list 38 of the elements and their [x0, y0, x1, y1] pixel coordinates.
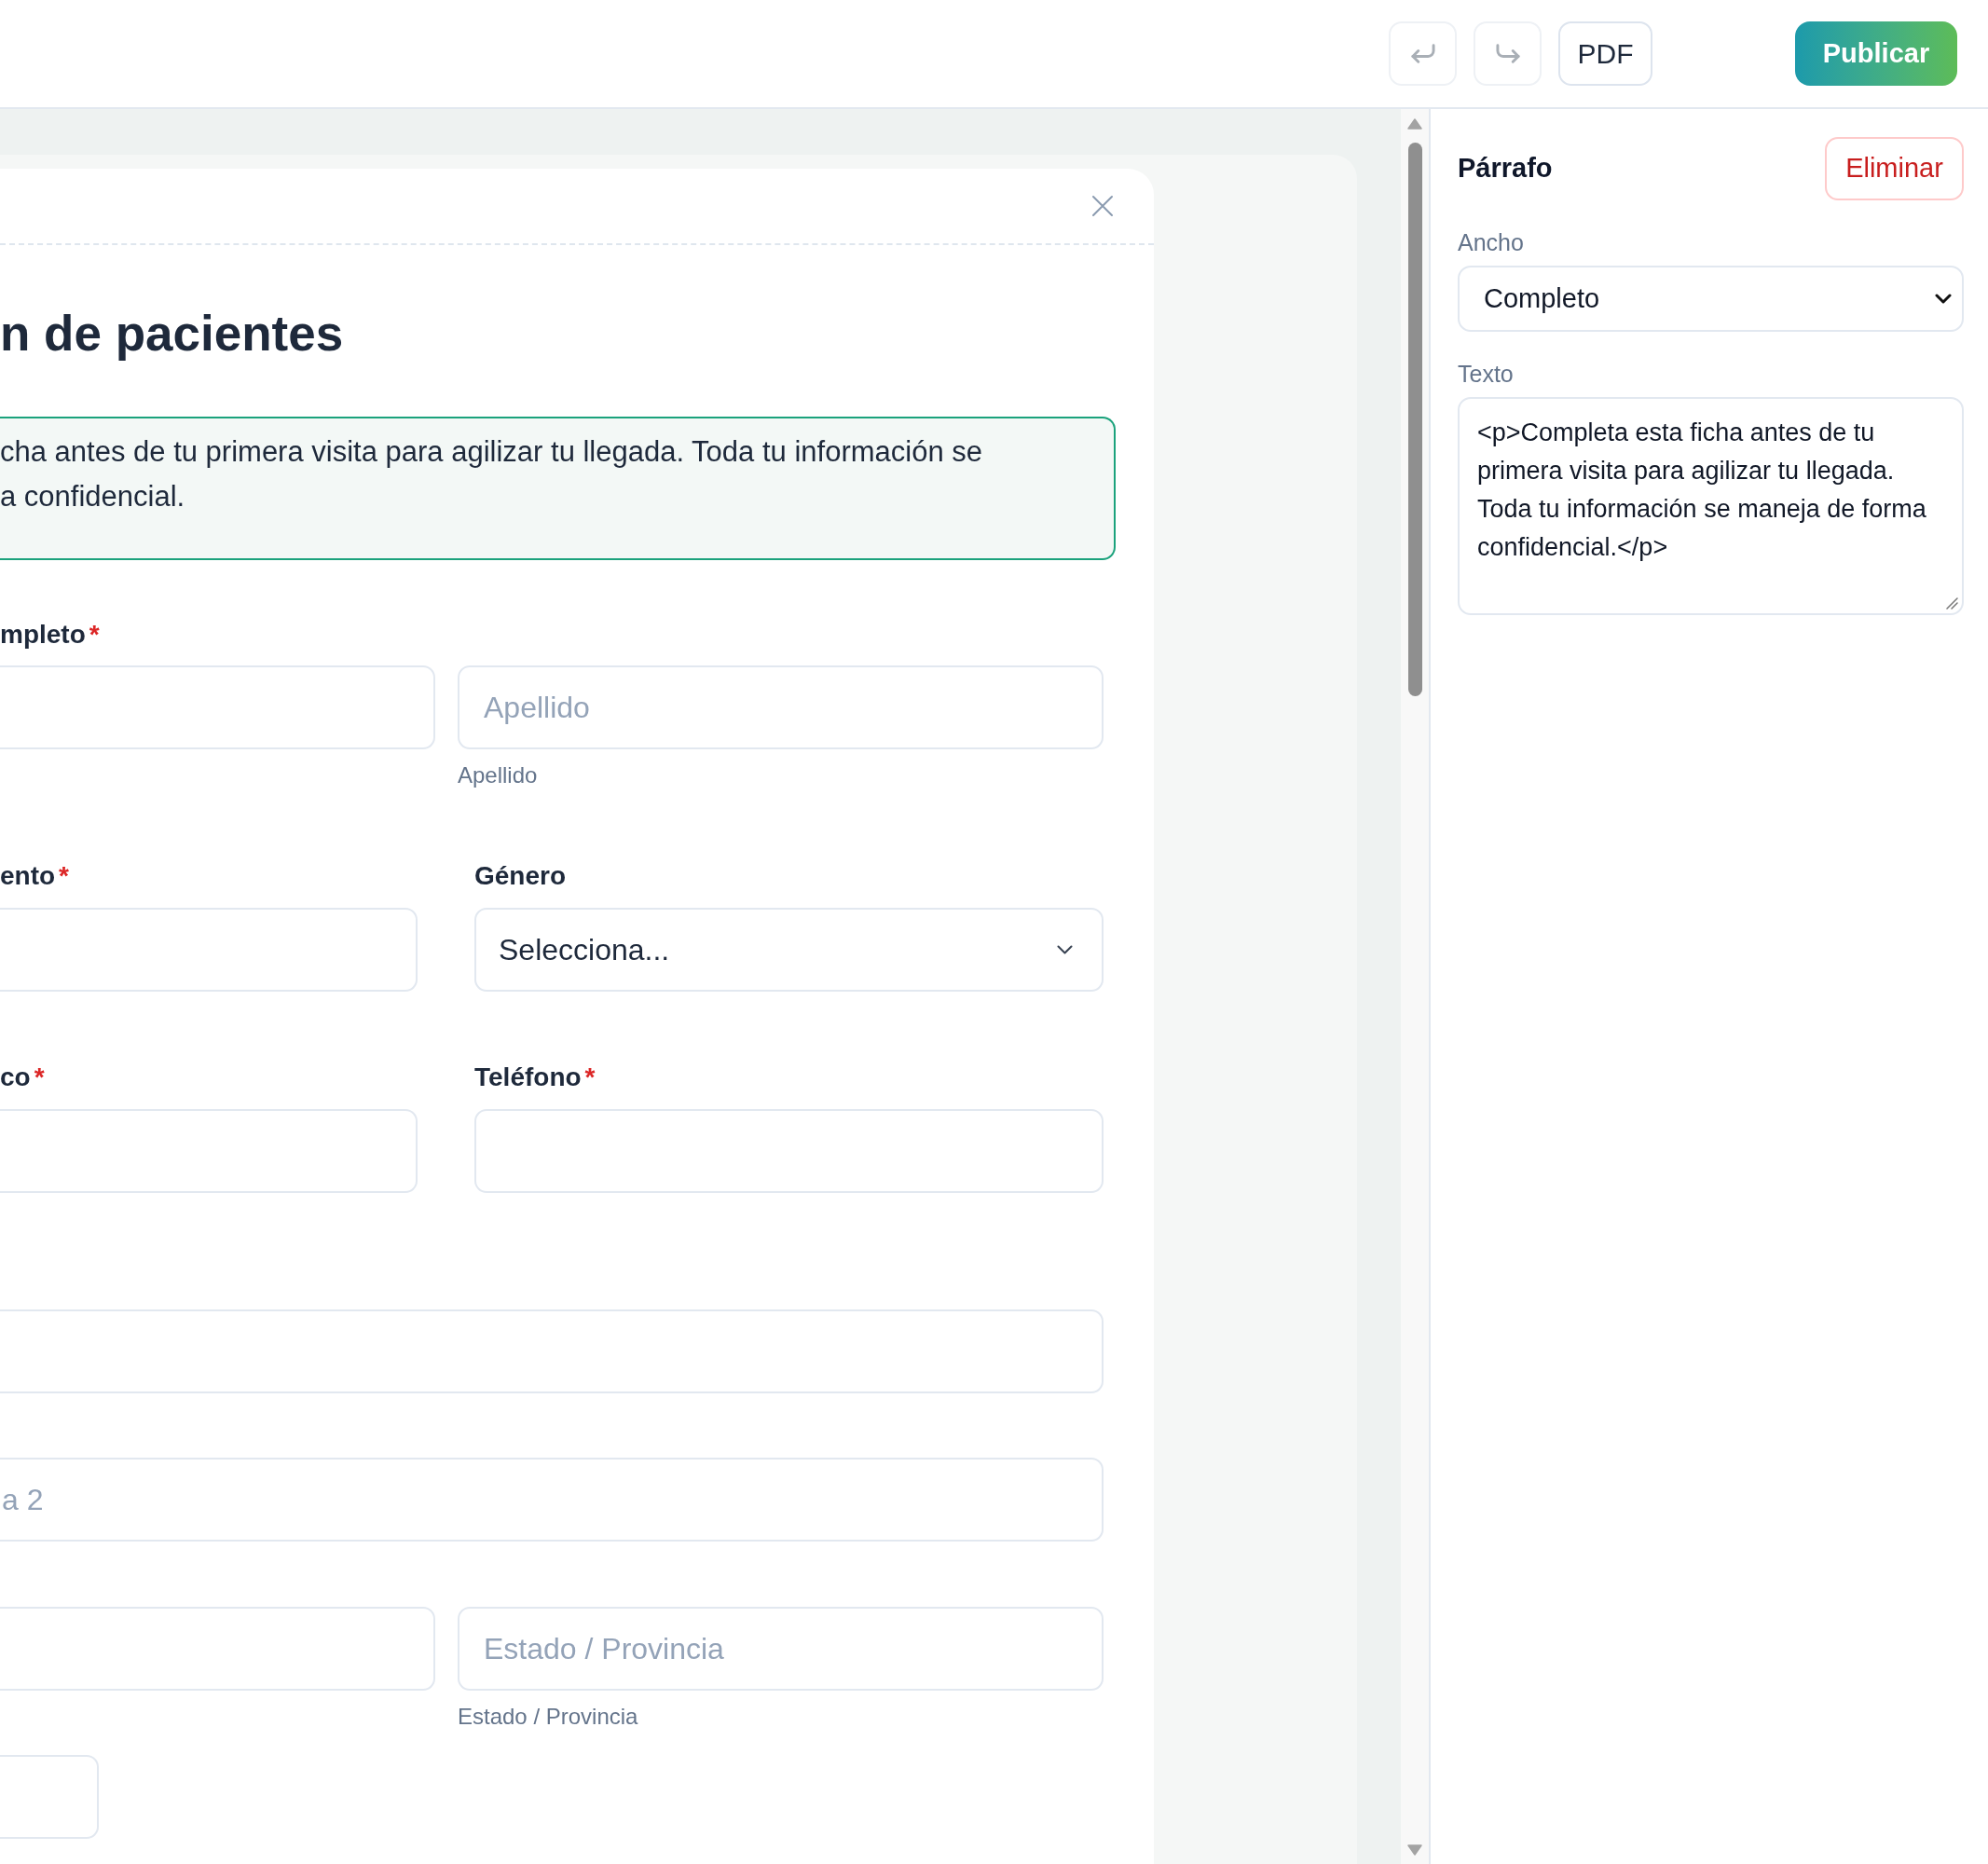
scroll-down-icon[interactable] [1407, 1844, 1422, 1856]
required-mark: * [59, 860, 69, 892]
field-label: Teléfono [474, 1062, 582, 1093]
chevron-down-icon [1935, 294, 1952, 304]
text-input[interactable] [0, 1607, 435, 1691]
text-input[interactable] [474, 1109, 1104, 1193]
panel-title: Párrafo [1458, 152, 1553, 185]
required-mark: * [89, 619, 100, 651]
scroll-up-icon[interactable] [1407, 118, 1422, 130]
close-icon[interactable] [1091, 195, 1114, 217]
dropdown[interactable]: Completo [1458, 266, 1964, 332]
text-input[interactable]: a 2 [0, 1458, 1104, 1542]
field-label: ento [0, 860, 56, 892]
intro-paragraph: cha antes de tu primera visita para agilizar tu llegada. Toda tu información se a confidencial. [0, 417, 1116, 560]
field-label: Género [474, 860, 567, 892]
helper-text: Apellido [458, 761, 539, 789]
field-label: Texto [1458, 360, 1515, 389]
helper-text: Estado / Provincia [458, 1703, 639, 1731]
field-label: Ancho [1458, 228, 1525, 257]
text-input[interactable] [0, 1109, 418, 1193]
required-mark: * [34, 1062, 45, 1093]
text-input[interactable]: Apellido [458, 665, 1104, 749]
scrollbar-thumb[interactable] [1407, 143, 1422, 696]
text-input[interactable]: Estado / Provincia [458, 1607, 1104, 1691]
chevron-down-icon [1057, 945, 1073, 954]
text-input[interactable] [0, 908, 418, 992]
required-mark: * [584, 1062, 596, 1093]
text-input[interactable] [0, 1309, 1104, 1393]
resize-handle-icon[interactable] [1946, 597, 1958, 610]
field-label: mpleto [0, 619, 86, 651]
text-input[interactable] [0, 1755, 99, 1839]
text-area[interactable]: <p>Completa esta ficha antes de tu primera visita para agilizar tu llegada. Toda tu información se maneja de forma confidencial.</p> [1458, 397, 1964, 615]
delete-button[interactable]: Eliminar [1825, 137, 1964, 200]
pdf-button[interactable]: PDF [1558, 21, 1652, 86]
field-label: co [0, 1062, 31, 1093]
dropdown[interactable]: Selecciona... [474, 908, 1104, 992]
text-input[interactable] [0, 665, 435, 749]
form-title: n de pacientes [0, 305, 345, 363]
